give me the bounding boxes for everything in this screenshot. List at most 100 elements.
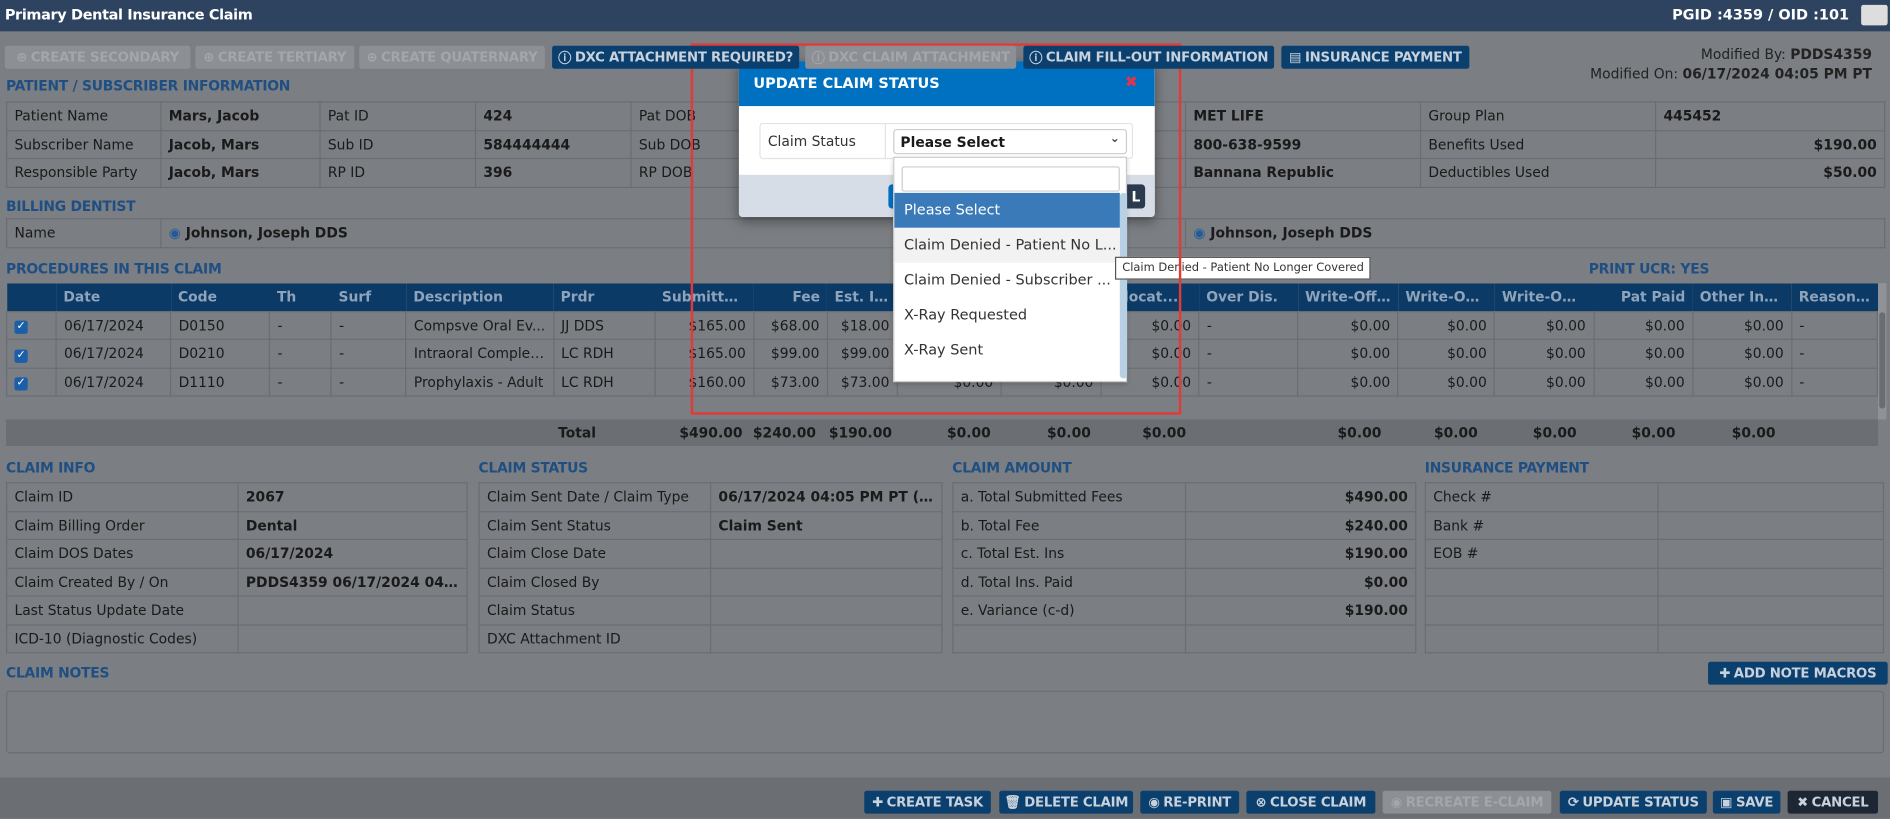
modified-on: 06/17/2024 04:05 PM PT — [1682, 65, 1872, 82]
toolbar-button-label: CREATE TERTIARY — [217, 49, 347, 66]
info-label — [1424, 595, 1659, 625]
toolbar-button-4[interactable]: ⓘ DXC CLAIM ATTACHMENT — [805, 45, 1017, 69]
procedure-cell: $0.00 — [1397, 310, 1496, 340]
column-header[interactable]: Over Dis. — [1198, 283, 1298, 311]
delete-claim-button[interactable]: 🗑 DELETE CLAIM — [999, 790, 1134, 814]
toolbar-button-0[interactable]: ⊕ CREATE SECONDARY — [4, 45, 191, 69]
info-row: Claim Closed By — [478, 567, 943, 597]
info-value[interactable] — [1657, 595, 1885, 625]
procedure-cell: - — [269, 338, 332, 369]
info-value: 2067 — [237, 482, 468, 512]
column-header[interactable]: Code — [170, 283, 270, 311]
close-claim-button[interactable]: ⊗ CLOSE CLAIM — [1246, 790, 1376, 814]
toolbar-button-6[interactable]: ▤ INSURANCE PAYMENT — [1281, 45, 1470, 69]
recreate-e-claim-button[interactable]: ◉ RECREATE E-CLAIM — [1382, 790, 1552, 814]
patient-cell: Group Plan — [1419, 101, 1657, 131]
row-checkbox[interactable]: ✓ — [6, 367, 57, 397]
info-label: Claim DOS Dates — [6, 538, 239, 569]
procedure-cell: $0.00 — [1592, 310, 1694, 340]
save-icon: ▣ — [1720, 794, 1733, 811]
column-header[interactable]: Write-Off ... — [1398, 283, 1495, 311]
column-header[interactable]: Surf — [331, 283, 407, 311]
info-row: Last Status Update Date — [6, 595, 468, 625]
info-label: Claim Sent Date / Claim Type — [478, 482, 712, 512]
claim-amount-heading: CLAIM AMOUNT — [952, 459, 1072, 477]
print-icon: ◉ — [1148, 794, 1160, 811]
checkbox-checked-icon: ✓ — [14, 320, 28, 335]
procedure-cell: $0.00 — [1297, 310, 1399, 340]
claim-amount-table: a. Total Submitted Fees $490.00 b. Total F… — [952, 482, 1417, 654]
column-header[interactable]: Other Ins ... — [1692, 283, 1792, 311]
info-value: 06/17/2024 — [237, 538, 468, 569]
column-header[interactable]: Reason Co... — [1791, 283, 1878, 311]
billing-dentist-2[interactable]: ◉ Johnson, Joseph DDS — [1184, 218, 1886, 248]
procedure-cell: LC RDH — [552, 367, 656, 397]
column-header[interactable]: Pat Paid — [1593, 283, 1693, 311]
column-header[interactable]: Write-Off ... — [1297, 283, 1399, 311]
toolbar-button-5[interactable]: ⓘ CLAIM FILL-OUT INFORMATION — [1023, 45, 1275, 69]
procedures-scrollbar[interactable] — [1878, 283, 1887, 420]
info-value[interactable] — [1657, 538, 1885, 569]
procedure-cell: $0.00 — [1494, 367, 1595, 397]
patient-cell: MET LIFE — [1184, 101, 1422, 131]
column-header[interactable]: Description — [406, 283, 554, 311]
pgid-oid: PGID :4359 / OID :101 — [1672, 6, 1850, 23]
patient-cell: Subscriber Name — [6, 129, 162, 160]
footer-button-label: CLOSE CLAIM — [1270, 794, 1367, 811]
toolbar-button-1[interactable]: ⊕ CREATE TERTIARY — [195, 45, 355, 69]
add-note-macros-button[interactable]: ✚ ADD NOTE MACROS — [1708, 661, 1888, 685]
save-button[interactable]: ▣ SAVE — [1712, 790, 1781, 814]
row-checkbox[interactable]: ✓ — [6, 338, 57, 369]
info-value — [709, 567, 943, 597]
procedure-cell: - — [1790, 310, 1879, 340]
patient-cell: Benefits Used — [1419, 129, 1657, 160]
info-value[interactable] — [1657, 510, 1885, 541]
column-header[interactable] — [6, 283, 57, 311]
info-value: Dental — [237, 510, 468, 541]
total-value: $240.00 — [752, 424, 817, 442]
re-print-button[interactable]: ◉ RE-PRINT — [1140, 790, 1240, 814]
info-row: ICD-10 (Diagnostic Codes) — [6, 623, 468, 654]
info-label: Claim Billing Order — [6, 510, 239, 541]
toolbar-button-2[interactable]: ⊕ CREATE QUATERNARY — [359, 45, 545, 69]
patient-cell: Jacob, Mars — [160, 129, 321, 160]
info-row: a. Total Submitted Fees $490.00 — [952, 482, 1417, 512]
footer-button-label: CREATE TASK — [886, 794, 984, 811]
claim-page: Primary Dental Insurance Claim PGID :435… — [0, 0, 1890, 819]
insurance-payment-table: Check # Bank # EOB # — [1424, 482, 1885, 654]
info-row: Claim Status — [478, 595, 943, 625]
procedure-cell: D0150 — [170, 310, 271, 340]
toolbar-button-3[interactable]: ⓘ DXC ATTACHMENT REQUIRED? — [552, 45, 800, 69]
cancel-button[interactable]: ✖ CANCEL — [1787, 790, 1879, 814]
update-status-button[interactable]: ⟳ UPDATE STATUS — [1559, 790, 1707, 814]
info-label: Bank # — [1424, 510, 1659, 541]
create-task-button[interactable]: ✚ CREATE TASK — [864, 790, 991, 814]
printer-icon[interactable] — [1861, 4, 1888, 26]
procedure-cell: - — [330, 367, 407, 397]
close-circle-icon: ⊗ — [1255, 794, 1267, 811]
claim-notes-textarea[interactable] — [6, 690, 1885, 754]
info-row: e. Variance (c-d) $190.00 — [952, 595, 1417, 625]
info-value[interactable] — [1657, 567, 1885, 597]
column-header[interactable]: Write-Off ... — [1494, 283, 1594, 311]
info-value[interactable] — [1657, 482, 1885, 512]
plus-circle-icon: ⊕ — [16, 49, 28, 66]
info-label: ICD-10 (Diagnostic Codes) — [6, 623, 239, 654]
footer-button-label: RE-PRINT — [1163, 794, 1232, 811]
column-header[interactable]: Th — [269, 283, 332, 311]
info-value — [709, 595, 943, 625]
procedure-cell: D1110 — [170, 367, 271, 397]
title-bar: Primary Dental Insurance Claim PGID :435… — [0, 0, 1890, 32]
total-value: $0.00 — [1631, 424, 1676, 442]
total-value: $490.00 — [679, 424, 743, 442]
column-header[interactable]: Prdr — [553, 283, 655, 311]
procedure-cell: - — [1790, 338, 1879, 369]
info-value[interactable] — [1657, 623, 1885, 654]
info-label: c. Total Est. Ins — [952, 538, 1187, 569]
info-value: $490.00 — [1184, 482, 1417, 512]
footer-button-label: RECREATE E-CLAIM — [1405, 794, 1544, 811]
checkbox-checked-icon: ✓ — [14, 349, 28, 363]
row-checkbox[interactable]: ✓ — [6, 310, 57, 340]
plus-icon: ✚ — [1719, 665, 1731, 682]
column-header[interactable]: Date — [56, 283, 171, 311]
